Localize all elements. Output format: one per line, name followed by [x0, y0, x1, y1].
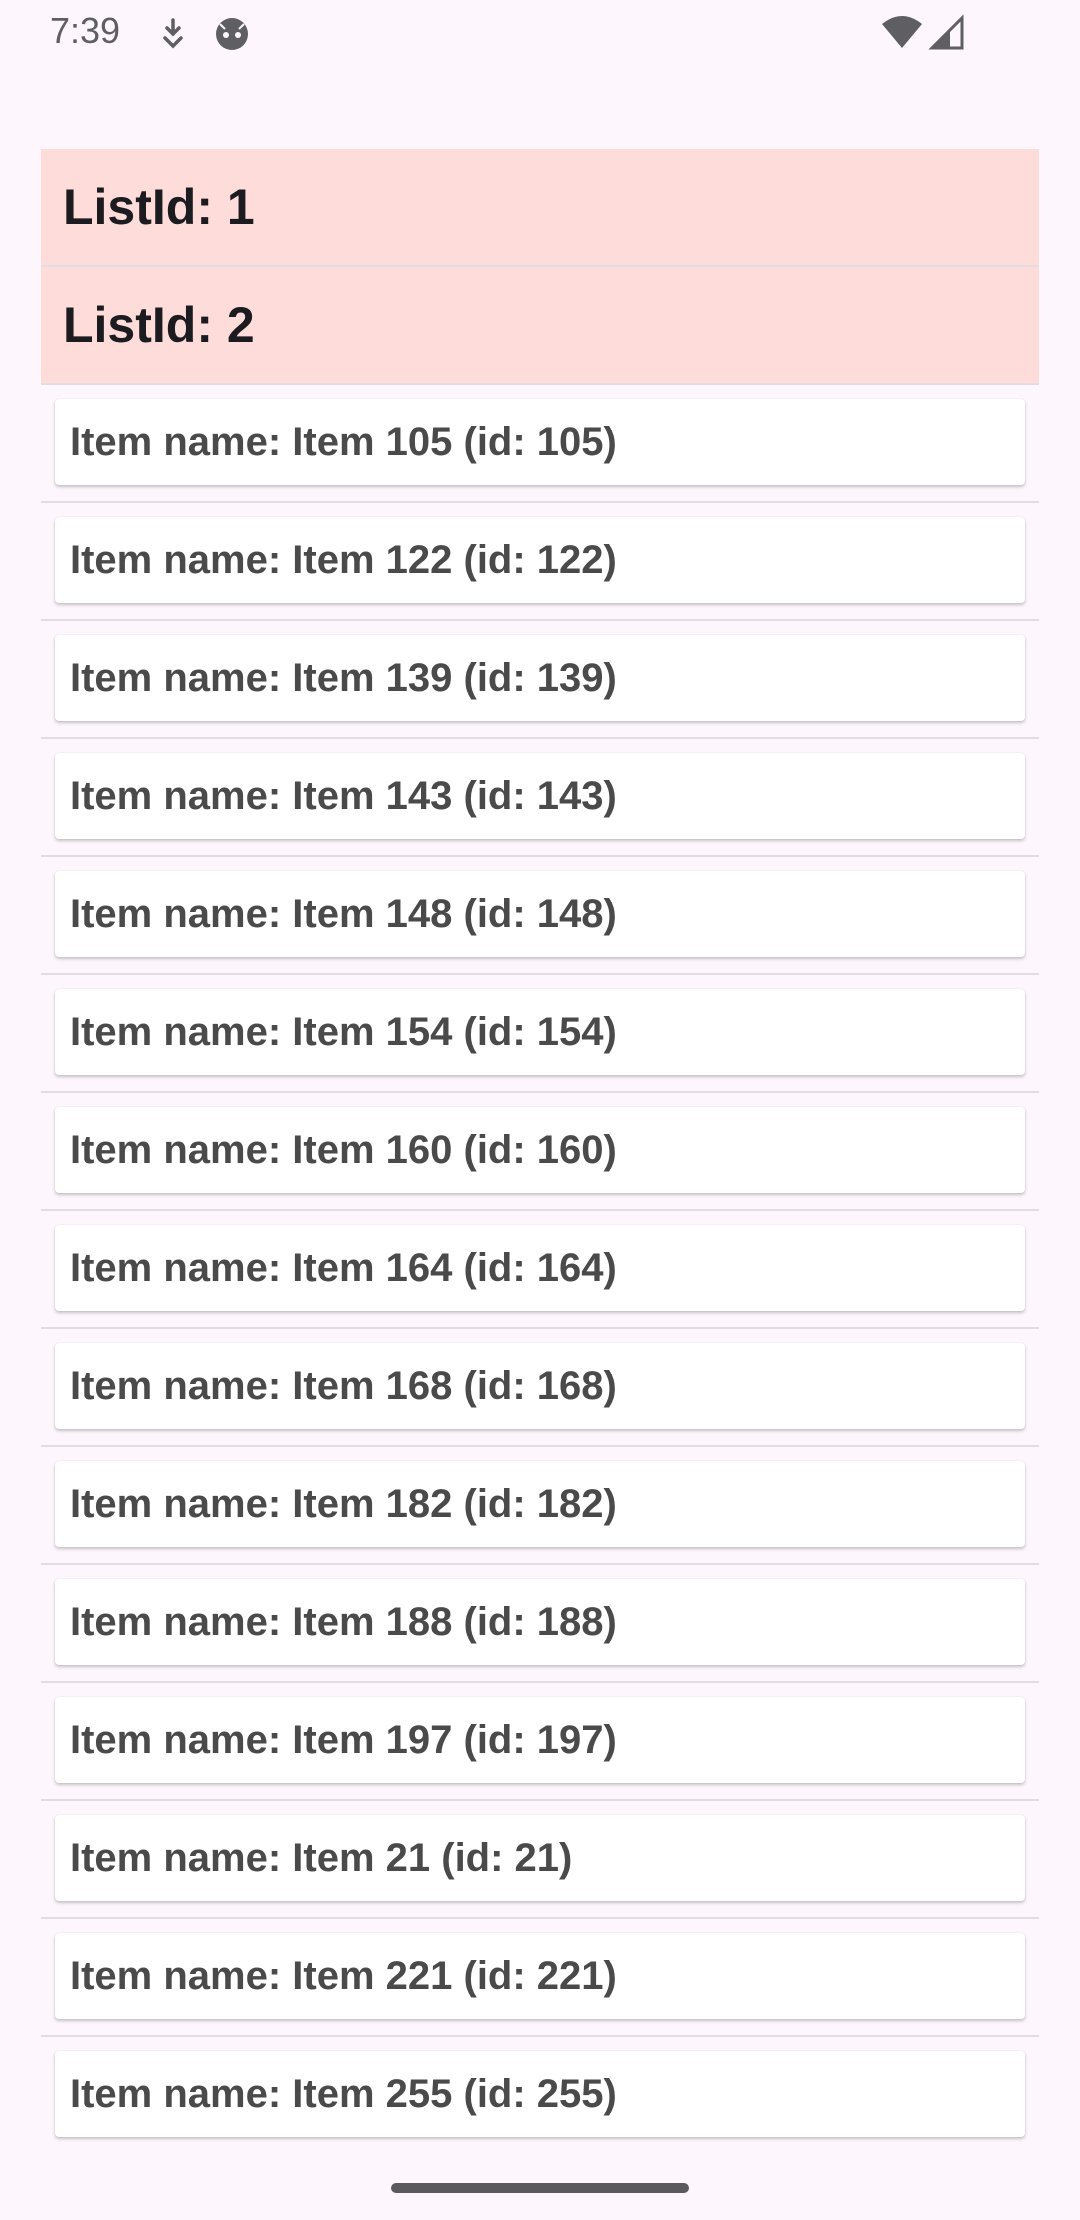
item-card[interactable]: Item name: Item 197 (id: 197): [55, 1697, 1025, 1783]
list-item: Item name: Item 188 (id: 188): [41, 1565, 1039, 1683]
item-label: Item name: Item 182 (id: 182): [70, 1481, 617, 1526]
wifi-icon: [880, 14, 924, 54]
list-header[interactable]: ListId: 1: [41, 149, 1039, 267]
item-label: Item name: Item 168 (id: 168): [70, 1363, 617, 1408]
item-label: Item name: Item 197 (id: 197): [70, 1717, 617, 1762]
item-list[interactable]: ListId: 1 ListId: 2 Item name: Item 105 …: [41, 149, 1039, 2155]
item-label: Item name: Item 255 (id: 255): [70, 2071, 617, 2116]
status-bar: 7:39: [0, 0, 1080, 66]
item-card[interactable]: Item name: Item 182 (id: 182): [55, 1461, 1025, 1547]
item-label: Item name: Item 143 (id: 143): [70, 773, 617, 818]
list-item: Item name: Item 154 (id: 154): [41, 975, 1039, 1093]
list-item: Item name: Item 143 (id: 143): [41, 739, 1039, 857]
item-card[interactable]: Item name: Item 188 (id: 188): [55, 1579, 1025, 1665]
item-label: Item name: Item 154 (id: 154): [70, 1009, 617, 1054]
item-card[interactable]: Item name: Item 139 (id: 139): [55, 635, 1025, 721]
item-card[interactable]: Item name: Item 21 (id: 21): [55, 1815, 1025, 1901]
item-label: Item name: Item 21 (id: 21): [70, 1835, 573, 1880]
item-label: Item name: Item 105 (id: 105): [70, 419, 617, 464]
download-icon: [153, 14, 193, 54]
list-item: Item name: Item 221 (id: 221): [41, 1919, 1039, 2037]
app-face-icon: [212, 14, 252, 54]
item-card[interactable]: Item name: Item 148 (id: 148): [55, 871, 1025, 957]
item-card[interactable]: Item name: Item 122 (id: 122): [55, 517, 1025, 603]
list-item: Item name: Item 160 (id: 160): [41, 1093, 1039, 1211]
item-card[interactable]: Item name: Item 143 (id: 143): [55, 753, 1025, 839]
list-item: Item name: Item 182 (id: 182): [41, 1447, 1039, 1565]
item-label: Item name: Item 122 (id: 122): [70, 537, 617, 582]
list-item: Item name: Item 21 (id: 21): [41, 1801, 1039, 1919]
item-card[interactable]: Item name: Item 221 (id: 221): [55, 1933, 1025, 2019]
signal-icon: [928, 14, 964, 54]
list-item: Item name: Item 164 (id: 164): [41, 1211, 1039, 1329]
list-item: Item name: Item 122 (id: 122): [41, 503, 1039, 621]
status-time: 7:39: [50, 10, 121, 51]
item-label: Item name: Item 221 (id: 221): [70, 1953, 617, 1998]
item-label: Item name: Item 148 (id: 148): [70, 891, 617, 936]
list-item: Item name: Item 105 (id: 105): [41, 385, 1039, 503]
item-card[interactable]: Item name: Item 255 (id: 255): [55, 2051, 1025, 2137]
item-card[interactable]: Item name: Item 168 (id: 168): [55, 1343, 1025, 1429]
item-card[interactable]: Item name: Item 160 (id: 160): [55, 1107, 1025, 1193]
list-item: Item name: Item 148 (id: 148): [41, 857, 1039, 975]
item-card[interactable]: Item name: Item 164 (id: 164): [55, 1225, 1025, 1311]
list-item: Item name: Item 168 (id: 168): [41, 1329, 1039, 1447]
item-card[interactable]: Item name: Item 105 (id: 105): [55, 399, 1025, 485]
list-item: Item name: Item 255 (id: 255): [41, 2037, 1039, 2155]
list-header[interactable]: ListId: 2: [41, 267, 1039, 385]
item-label: Item name: Item 188 (id: 188): [70, 1599, 617, 1644]
list-header-label: ListId: 2: [63, 297, 255, 353]
item-label: Item name: Item 139 (id: 139): [70, 655, 617, 700]
item-label: Item name: Item 164 (id: 164): [70, 1245, 617, 1290]
list-item: Item name: Item 139 (id: 139): [41, 621, 1039, 739]
list-item: Item name: Item 197 (id: 197): [41, 1683, 1039, 1801]
list-header-label: ListId: 1: [63, 179, 255, 235]
item-label: Item name: Item 160 (id: 160): [70, 1127, 617, 1172]
item-card[interactable]: Item name: Item 154 (id: 154): [55, 989, 1025, 1075]
home-indicator[interactable]: [391, 2183, 689, 2193]
